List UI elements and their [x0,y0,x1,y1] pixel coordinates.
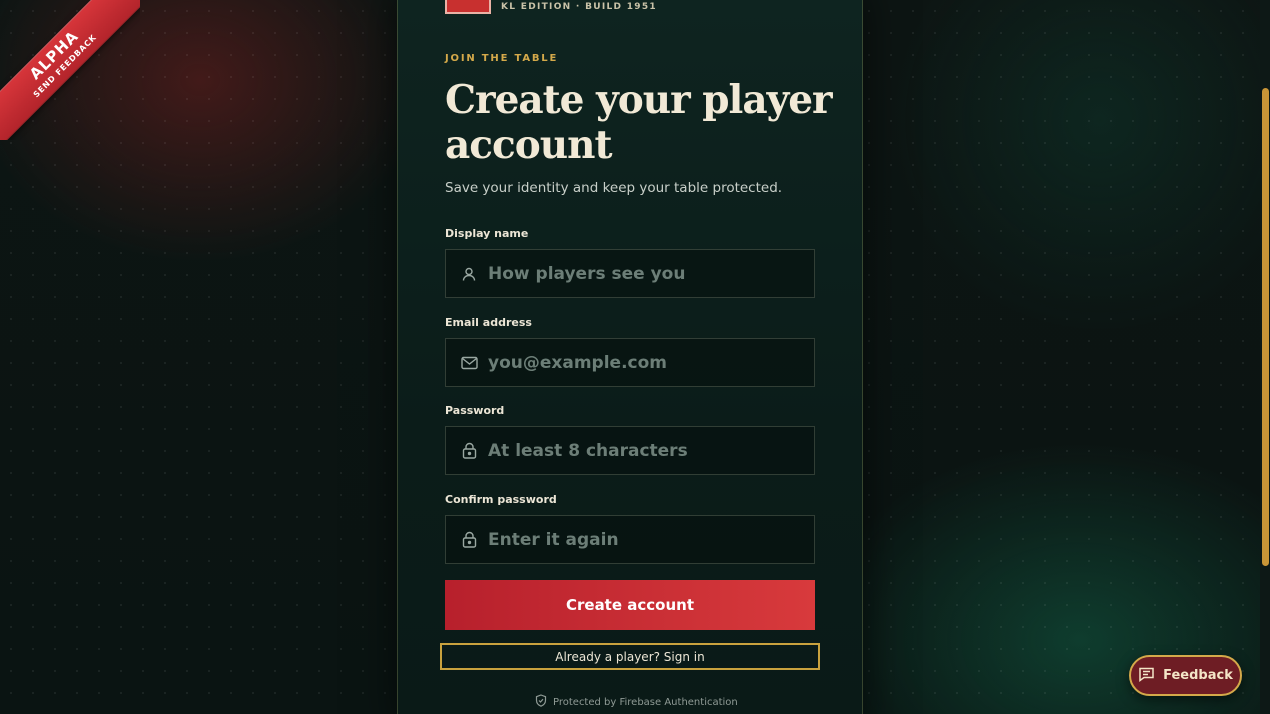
display-name-label: Display name [445,227,529,240]
user-icon [460,265,478,283]
display-name-field[interactable] [445,249,815,298]
email-label: Email address [445,316,532,329]
alpha-ribbon[interactable]: ALPHA SEND FEEDBACK [0,0,140,140]
brand-logo [445,0,491,14]
email-field[interactable] [445,338,815,387]
password-field[interactable] [445,426,815,475]
protected-text: Protected by Firebase Authentication [553,696,738,708]
page-title: Create your player account [445,77,833,168]
confirm-password-label: Confirm password [445,493,557,506]
confirm-password-input[interactable] [488,516,814,563]
lock-icon [460,442,478,460]
protected-note: Protected by Firebase Authentication [535,694,738,710]
scrollbar-track[interactable] [1260,0,1270,714]
password-input[interactable] [488,427,814,474]
edition-label: KL EDITION · BUILD 1951 [501,2,657,12]
alpha-ribbon-band[interactable]: ALPHA SEND FEEDBACK [0,0,140,140]
lock-icon [460,531,478,549]
page-subtitle: Save your identity and keep your table p… [445,180,783,196]
display-name-input[interactable] [488,250,814,297]
email-input[interactable] [488,339,814,386]
feedback-label: Feedback [1163,668,1233,683]
mail-icon [460,354,478,372]
create-account-button[interactable]: Create account [445,580,815,630]
feedback-button[interactable]: Feedback [1129,655,1242,696]
password-label: Password [445,404,505,417]
scrollbar-thumb[interactable] [1262,88,1269,566]
confirm-password-field[interactable] [445,515,815,564]
shield-icon [535,694,547,710]
sign-in-link-button[interactable]: Already a player? Sign in [440,643,820,670]
eyebrow-label: JOIN THE TABLE [445,53,559,64]
chat-icon [1138,666,1155,686]
